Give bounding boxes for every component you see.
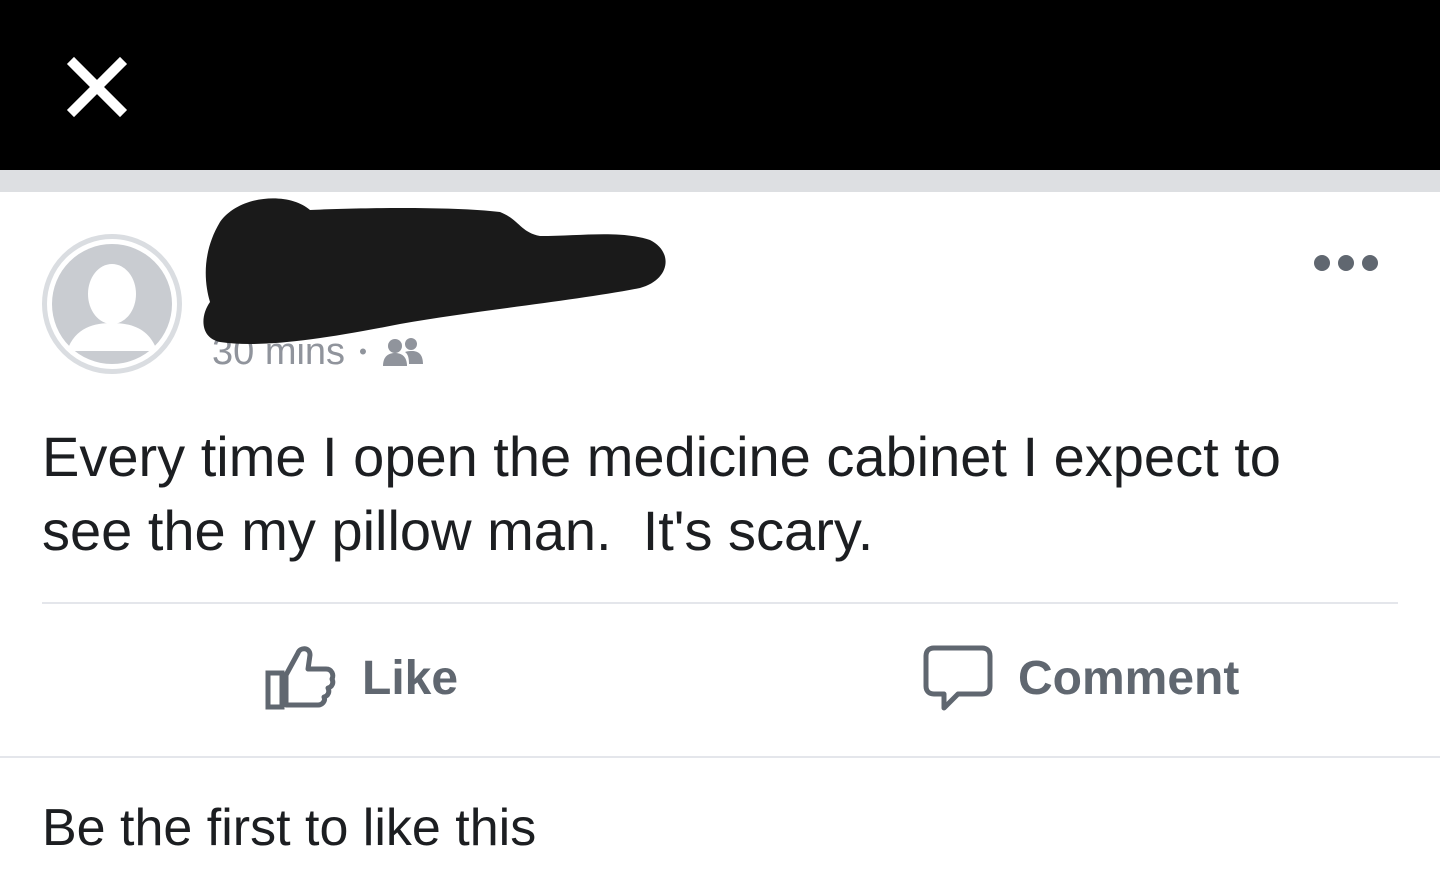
- close-button[interactable]: [62, 52, 132, 122]
- actions-bottom-divider: [0, 756, 1440, 758]
- header-divider: [0, 170, 1440, 192]
- speech-bubble-icon: [923, 645, 993, 711]
- close-icon: [66, 56, 128, 118]
- default-profile-icon: [52, 244, 172, 364]
- more-options-button[interactable]: [1310, 248, 1382, 278]
- post-card: 30 mins • Every time I open the medicine…: [0, 192, 1440, 884]
- reactions-summary[interactable]: Be the first to like this: [42, 798, 536, 858]
- author-avatar[interactable]: [42, 234, 182, 374]
- like-button[interactable]: Like: [264, 638, 458, 718]
- post-body-text: Every time I open the medicine cabinet I…: [42, 425, 1281, 562]
- top-bar: [0, 0, 1440, 170]
- comment-button[interactable]: Comment: [922, 638, 1239, 718]
- comment-label: Comment: [1018, 651, 1240, 705]
- thumbs-up-icon: [265, 646, 336, 710]
- actions-top-divider: [42, 602, 1398, 604]
- more-options-icon: [1314, 255, 1378, 271]
- like-label: Like: [362, 651, 459, 705]
- author-name-redaction: [200, 192, 670, 352]
